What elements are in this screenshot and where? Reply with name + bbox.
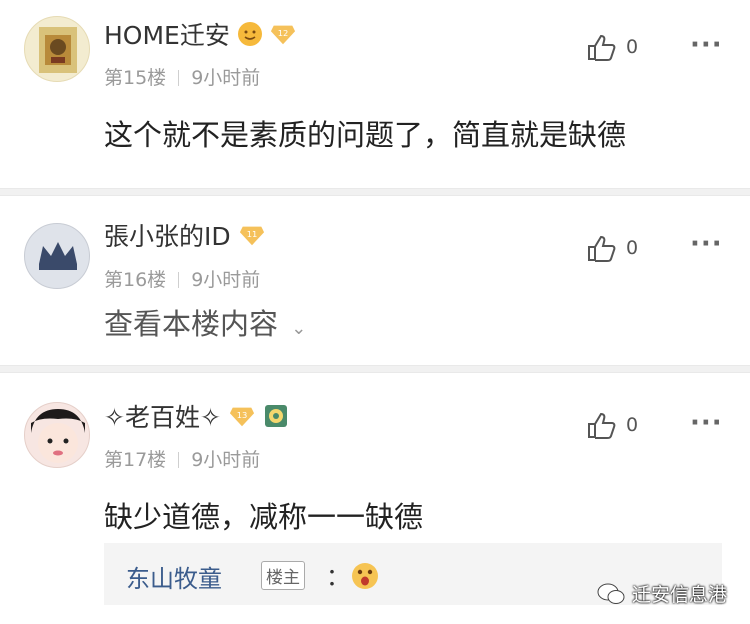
- avatar[interactable]: [24, 16, 90, 82]
- avatar[interactable]: [24, 223, 90, 289]
- view-floor-content-label: 查看本楼内容: [104, 307, 279, 341]
- owner-badge: 楼主: [261, 561, 305, 590]
- crown-avatar-icon: [39, 242, 77, 270]
- thumbs-up-icon: [588, 34, 616, 61]
- thumbs-up-icon: [588, 235, 616, 262]
- gear-medal-icon: [263, 403, 289, 429]
- post-time: 9小时前: [191, 67, 261, 89]
- like-button[interactable]: 0: [586, 32, 638, 62]
- divider: [0, 365, 750, 373]
- thumbs-up-icon: [588, 412, 616, 439]
- avatar[interactable]: [24, 402, 90, 468]
- smile-emoji-icon: [237, 22, 262, 46]
- username-label: 張小张的ID: [104, 222, 231, 251]
- post-time: 9小时前: [191, 269, 261, 291]
- chevron-down-icon: ⌄: [291, 318, 307, 339]
- watermark-text: 迁安信息港: [632, 584, 728, 606]
- floor-number: 第15楼: [104, 67, 167, 89]
- like-button[interactable]: 0: [586, 410, 638, 440]
- meta-separator: [178, 70, 180, 86]
- svg-text:11: 11: [246, 229, 257, 239]
- reply-author-name[interactable]: 东山牧童: [126, 559, 222, 594]
- username[interactable]: HOME迁安 12: [104, 16, 296, 52]
- like-count: 0: [626, 237, 639, 259]
- view-floor-content-link[interactable]: 查看本楼内容 ⌄: [104, 301, 306, 343]
- more-options-button[interactable]: ···: [690, 408, 723, 438]
- meta-separator: [178, 452, 180, 468]
- username-label: HOME迁安: [104, 21, 230, 50]
- svg-text:12: 12: [278, 28, 289, 38]
- like-count: 0: [626, 414, 639, 436]
- comment-meta: 第15楼 9小时前: [104, 63, 260, 90]
- floor-number: 第16楼: [104, 269, 167, 291]
- temple-avatar-icon: [39, 27, 77, 73]
- like-count: 0: [626, 36, 639, 58]
- level-badge-icon: 12: [270, 21, 296, 47]
- reply-colon: ：: [326, 563, 350, 591]
- comment-text: 这个就不是素质的问题了，简直就是缺德: [104, 118, 627, 152]
- watermark: 迁安信息港: [596, 580, 727, 607]
- comment-item: 張小张的ID 11 第16楼 9小时前 查看本楼内容 ⌄ 0 ···: [0, 197, 750, 365]
- meta-separator: [178, 272, 180, 288]
- like-button[interactable]: 0: [586, 233, 638, 263]
- username[interactable]: 張小张的ID 11: [104, 217, 265, 253]
- more-options-button[interactable]: ···: [690, 30, 723, 60]
- level-badge-icon: 11: [239, 222, 265, 248]
- more-options-button[interactable]: ···: [690, 229, 723, 259]
- level-badge-icon: 13: [229, 403, 255, 429]
- wechat-icon: [597, 583, 625, 604]
- comment-item: HOME迁安 12 第15楼 9小时前 这个就不是素质的问题了，简直就是缺德 0 …: [0, 0, 750, 188]
- floor-number: 第17楼: [104, 449, 167, 471]
- child-avatar-icon: [31, 409, 85, 463]
- surprised-emoji-icon: [350, 561, 380, 595]
- svg-text:13: 13: [237, 410, 248, 420]
- username[interactable]: ✧老百姓✧ 13: [104, 398, 289, 434]
- comment-text: 缺少道德，减称一一缺德: [104, 500, 424, 534]
- comment-meta: 第16楼 9小时前: [104, 265, 260, 292]
- divider: [0, 188, 750, 196]
- comment-meta: 第17楼 9小时前: [104, 445, 260, 472]
- username-label: ✧老百姓✧: [104, 403, 221, 432]
- post-time: 9小时前: [191, 449, 261, 471]
